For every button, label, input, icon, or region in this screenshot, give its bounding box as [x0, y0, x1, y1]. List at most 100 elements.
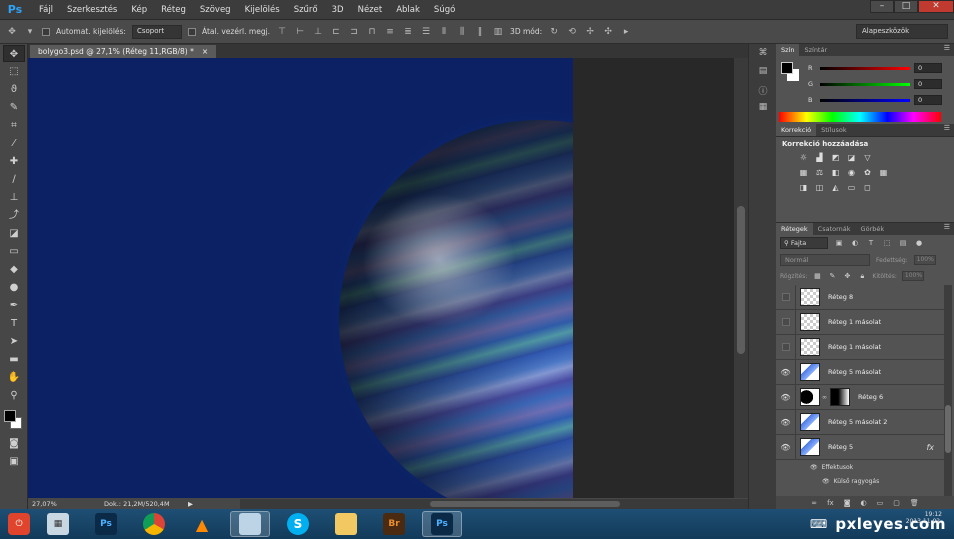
- layer-visibility-toggle[interactable]: 👁︎: [776, 409, 796, 435]
- invert-icon[interactable]: ◨: [798, 183, 809, 193]
- marquee-tool-icon[interactable]: ⬚: [3, 63, 25, 80]
- panel-foreground-color[interactable]: [781, 62, 793, 74]
- selective-color-icon[interactable]: ◻: [862, 183, 873, 193]
- layer-name[interactable]: Réteg 1 másolat: [828, 318, 881, 326]
- quick-select-tool-icon[interactable]: ✎: [3, 99, 25, 116]
- properties-panel-icon[interactable]: ▤: [754, 66, 772, 80]
- color-lookup-icon[interactable]: ▦: [878, 168, 889, 178]
- layer-mask-thumbnail[interactable]: [830, 388, 850, 406]
- align-bottom-icon[interactable]: ⊥: [312, 26, 324, 38]
- lock-all-icon[interactable]: 🔒︎: [857, 272, 867, 281]
- tab-swatches[interactable]: Színtár: [799, 44, 832, 56]
- explorer-app-button[interactable]: [326, 511, 366, 537]
- menu-3d[interactable]: 3D: [325, 5, 351, 15]
- effects-group[interactable]: 👁︎ Effektusok: [776, 460, 944, 474]
- path-select-tool-icon[interactable]: ➤: [3, 333, 25, 350]
- crop-tool-icon[interactable]: ⌗: [3, 117, 25, 134]
- document-canvas[interactable]: [28, 58, 573, 498]
- distribute-top-icon[interactable]: ≡: [384, 26, 396, 38]
- menu-view[interactable]: Nézet: [351, 5, 390, 15]
- layer-row[interactable]: 👁︎ ∞ Réteg 6: [776, 384, 944, 410]
- panel-menu-icon[interactable]: ☰: [944, 223, 950, 231]
- screen-mode-icon[interactable]: ▣: [3, 453, 25, 470]
- 3d-rotate-icon[interactable]: ↻: [548, 26, 560, 38]
- foreground-color-swatch[interactable]: [4, 410, 16, 422]
- layer-visibility-toggle[interactable]: 👁︎: [776, 359, 796, 385]
- distribute-center-icon[interactable]: ⫼: [456, 26, 468, 38]
- smart-object-filter-icon[interactable]: ▤: [898, 239, 908, 247]
- vertical-scroll-thumb[interactable]: [737, 206, 745, 354]
- hue-saturation-icon[interactable]: ▦: [798, 168, 809, 178]
- minimize-button[interactable]: –: [870, 0, 894, 13]
- layers-scroll-thumb[interactable]: [945, 405, 951, 453]
- move-tool-icon[interactable]: ✥: [3, 45, 25, 62]
- type-tool-icon[interactable]: T: [3, 315, 25, 332]
- dodge-tool-icon[interactable]: ●: [3, 279, 25, 296]
- brush-tool-icon[interactable]: ∕: [3, 171, 25, 188]
- add-style-icon[interactable]: fx: [827, 499, 834, 507]
- color-spectrum[interactable]: [779, 112, 941, 122]
- brightness-icon[interactable]: ☼: [798, 153, 809, 163]
- curves-icon[interactable]: ◩: [830, 153, 841, 163]
- zoom-level[interactable]: 27,07%: [28, 500, 88, 508]
- power-app-icon[interactable]: ⏻: [8, 513, 30, 535]
- levels-icon[interactable]: ▟: [814, 153, 825, 163]
- channel-mixer-icon[interactable]: ✿: [862, 168, 873, 178]
- distribute-right-icon[interactable]: ‖: [474, 26, 486, 38]
- blend-mode-dropdown[interactable]: Normál: [780, 254, 870, 266]
- menu-layer[interactable]: Réteg: [154, 5, 193, 15]
- vibrance-icon[interactable]: ▽: [862, 153, 873, 163]
- threshold-icon[interactable]: ◭: [830, 183, 841, 193]
- workspace-dropdown[interactable]: Alapeszközök: [856, 24, 948, 39]
- layer-row[interactable]: Réteg 1 másolat: [776, 334, 944, 360]
- effect-item[interactable]: 👁︎ Külső ragyogás: [776, 474, 944, 488]
- exposure-icon[interactable]: ◪: [846, 153, 857, 163]
- document-tab[interactable]: bolygo3.psd @ 27,1% (Réteg 11,RGB/8) * ×: [30, 45, 217, 58]
- 3d-scale-icon[interactable]: ▸: [620, 26, 632, 38]
- layer-kind-filter[interactable]: ⚲ Fajta: [780, 237, 828, 249]
- posterize-icon[interactable]: ◫: [814, 183, 825, 193]
- calculator-app-button[interactable]: ▦: [38, 511, 78, 537]
- red-slider[interactable]: [820, 66, 910, 70]
- layer-name[interactable]: Réteg 6: [858, 393, 883, 401]
- brush-panel-icon[interactable]: ▦: [754, 102, 772, 116]
- vlc-app-button[interactable]: ▲: [182, 511, 222, 537]
- status-menu-arrow-icon[interactable]: ▶: [188, 500, 193, 508]
- menu-help[interactable]: Súgó: [427, 5, 462, 15]
- 3d-slide-icon[interactable]: ✣: [602, 26, 614, 38]
- green-value-field[interactable]: 0: [914, 79, 942, 89]
- blur-tool-icon[interactable]: ◆: [3, 261, 25, 278]
- auto-select-checkbox[interactable]: [42, 27, 50, 36]
- new-adjustment-icon[interactable]: ◐: [861, 499, 867, 507]
- photo-filter-icon[interactable]: ◉: [846, 168, 857, 178]
- auto-align-icon[interactable]: ▥: [492, 26, 504, 38]
- gradient-tool-icon[interactable]: ▭: [3, 243, 25, 260]
- panel-menu-icon[interactable]: ☰: [944, 44, 950, 52]
- move-icon[interactable]: ✥: [6, 26, 18, 38]
- filter-toggle-icon[interactable]: ●: [914, 239, 924, 247]
- layer-name[interactable]: Réteg 5 másolat: [828, 368, 881, 376]
- eye-icon[interactable]: 👁︎: [810, 464, 818, 471]
- close-button[interactable]: ✕: [918, 0, 954, 13]
- blue-value-field[interactable]: 0: [914, 95, 942, 105]
- menu-edit[interactable]: Szerkesztés: [60, 5, 124, 15]
- link-layers-icon[interactable]: ∞: [811, 499, 817, 507]
- clone-stamp-tool-icon[interactable]: ⊥: [3, 189, 25, 206]
- trash-icon[interactable]: 🗑︎: [910, 499, 919, 507]
- add-mask-icon[interactable]: ◙: [844, 499, 851, 507]
- chevron-down-icon[interactable]: ▾: [24, 26, 36, 38]
- lock-transparency-icon[interactable]: ▦: [812, 272, 822, 280]
- new-group-icon[interactable]: ▭: [877, 499, 884, 507]
- lock-pixels-icon[interactable]: ✎: [827, 272, 837, 280]
- new-layer-icon[interactable]: ▢: [893, 499, 900, 507]
- align-left-icon[interactable]: ⊏: [330, 26, 342, 38]
- menu-select[interactable]: Kijelölés: [238, 5, 287, 15]
- black-white-icon[interactable]: ◧: [830, 168, 841, 178]
- lasso-tool-icon[interactable]: ϑ: [3, 81, 25, 98]
- layer-visibility-toggle[interactable]: [776, 309, 796, 335]
- type-filter-icon[interactable]: T: [866, 239, 876, 247]
- panel-menu-icon[interactable]: ☰: [944, 124, 950, 132]
- shape-filter-icon[interactable]: ⬚: [882, 239, 892, 247]
- layer-visibility-toggle[interactable]: [776, 334, 796, 360]
- chrome-app-button[interactable]: [134, 511, 174, 537]
